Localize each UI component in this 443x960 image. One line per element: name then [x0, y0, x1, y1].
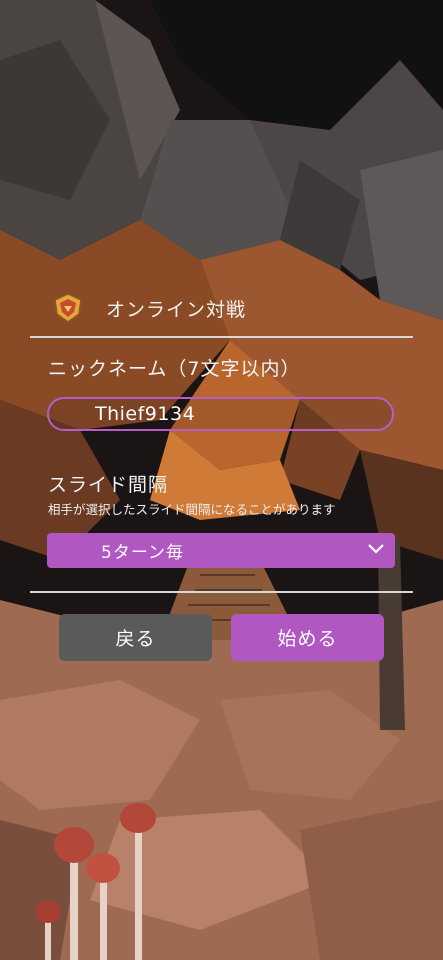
chevron-down-icon — [368, 544, 384, 554]
panel-header: オンライン対戦 — [52, 290, 246, 326]
start-button[interactable]: 始める — [231, 614, 384, 661]
page-title: オンライン対戦 — [106, 298, 247, 321]
online-battle-panel: オンライン対戦 ニックネーム（7文字以内） Thief9134 スライド間隔 相… — [0, 0, 443, 960]
form-divider — [30, 591, 413, 593]
slide-interval-value: 5ターン毎 — [101, 543, 184, 563]
header-divider — [30, 336, 413, 338]
back-button[interactable]: 戻る — [59, 614, 212, 661]
shield-emblem-icon — [54, 293, 82, 323]
slide-interval-note: 相手が選択したスライド間隔になることがあります — [48, 502, 336, 517]
nickname-input[interactable]: Thief9134 — [47, 397, 394, 431]
nickname-label: ニックネーム（7文字以内） — [48, 358, 301, 380]
slide-interval-select[interactable]: 5ターン毎 — [47, 533, 395, 568]
slide-interval-label: スライド間隔 — [48, 474, 169, 496]
